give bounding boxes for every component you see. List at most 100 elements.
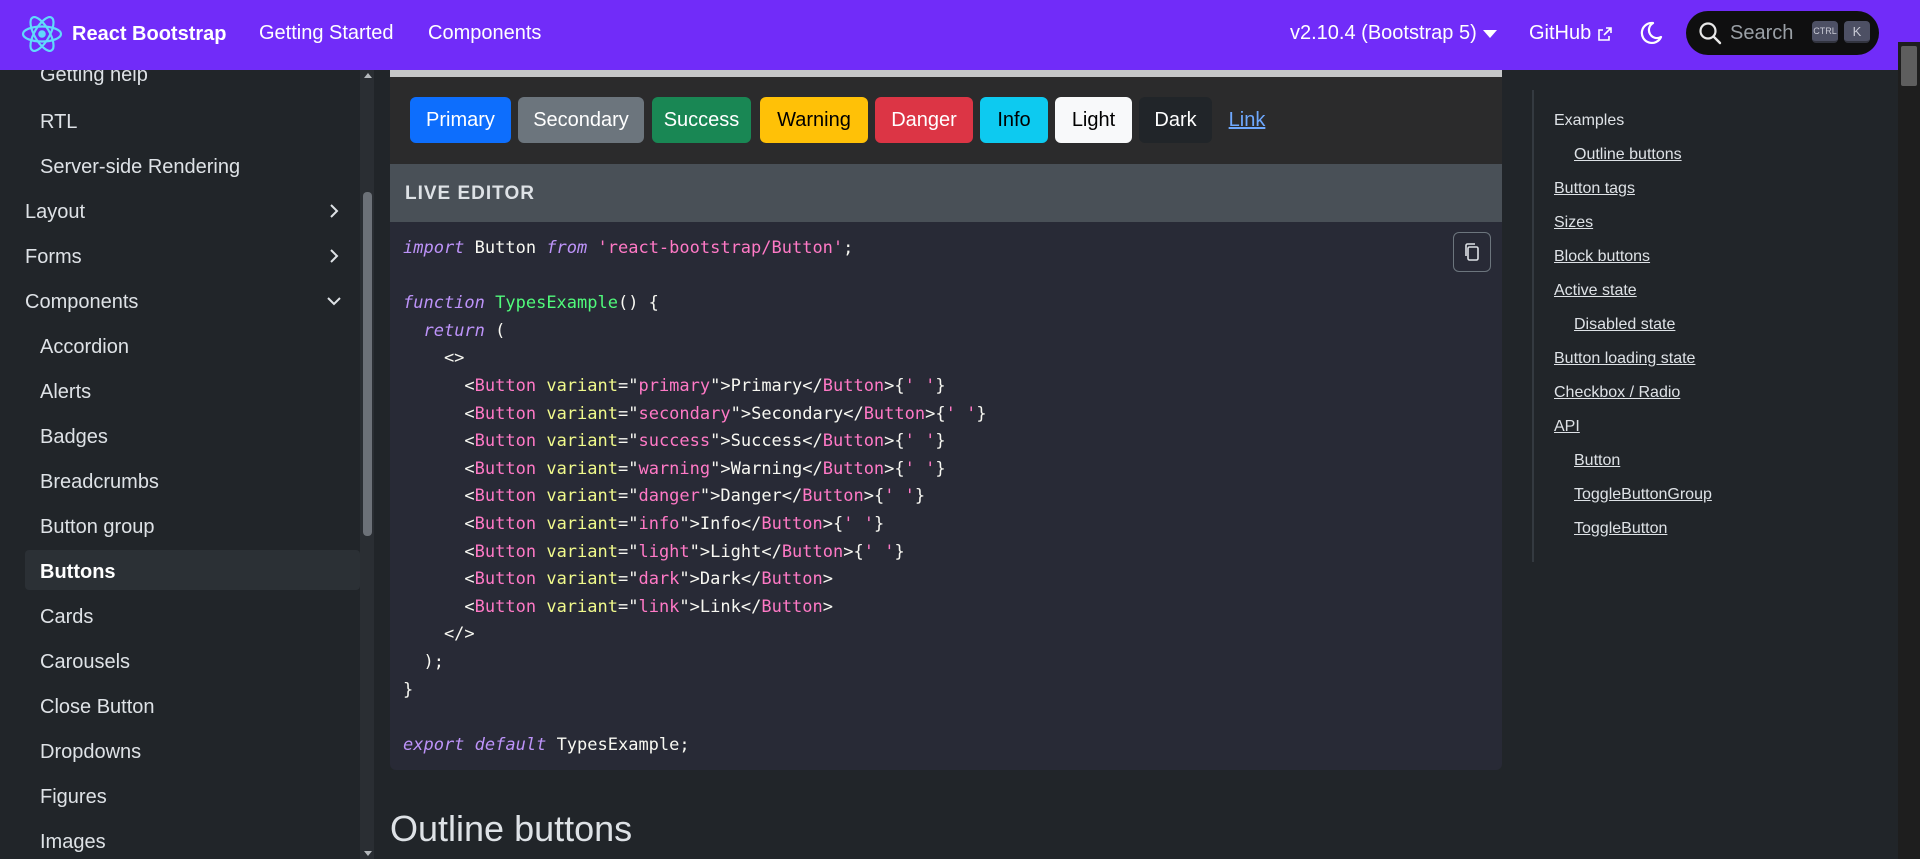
sidebar-scroll-thumb[interactable]: [363, 192, 372, 536]
page-scroll-thumb[interactable]: [1901, 46, 1917, 86]
caret-down-icon: [1482, 29, 1497, 38]
toc-link[interactable]: Disabled state: [1574, 316, 1675, 334]
code-label: Dark: [699, 569, 741, 590]
code-keyword: import: [403, 238, 465, 258]
brand-link[interactable]: React Bootstrap: [20, 12, 226, 56]
sidebar-item-rtl[interactable]: RTL: [40, 111, 77, 134]
success-button[interactable]: Success: [652, 97, 751, 143]
sidebar-item-cards[interactable]: Cards: [40, 606, 93, 629]
sidebar-item-close-button[interactable]: Close Button: [40, 696, 155, 719]
sidebar-item-breadcrumbs[interactable]: Breadcrumbs: [40, 471, 159, 494]
code-keyword: from: [546, 238, 588, 258]
moon-icon[interactable]: [1638, 20, 1664, 46]
code-label: Success: [730, 431, 803, 452]
toc-link[interactable]: Block buttons: [1554, 248, 1650, 266]
code-string: ' ': [904, 375, 936, 396]
github-label: GitHub: [1529, 22, 1592, 44]
code-label: Warning: [730, 458, 803, 479]
code-label: Link: [699, 596, 741, 617]
code-function-name: TypesExample: [495, 293, 618, 314]
sidebar-item-buttons[interactable]: Buttons: [40, 561, 116, 584]
link-button[interactable]: Link: [1220, 97, 1274, 143]
code-tag: Button: [761, 513, 823, 534]
scroll-up-arrow-icon[interactable]: [364, 73, 372, 78]
warning-button[interactable]: Warning: [760, 97, 868, 143]
code-line: <Button variant="dark">Dark</Button>: [403, 569, 834, 590]
primary-button[interactable]: Primary: [410, 97, 511, 143]
sidebar-item-images[interactable]: Images: [40, 831, 106, 854]
toc-link[interactable]: Button tags: [1554, 180, 1635, 198]
code-tag: Button: [822, 431, 885, 452]
sidebar-item-components[interactable]: Components: [25, 291, 138, 314]
code-line: <Button variant="warning">Warning</Butto…: [403, 458, 946, 479]
code-attr: variant: [546, 403, 618, 424]
code-attr: variant: [546, 596, 618, 617]
scroll-down-arrow-icon[interactable]: [364, 851, 372, 856]
code-text: Button: [464, 238, 547, 258]
sidebar-item-dropdowns[interactable]: Dropdowns: [40, 741, 141, 764]
toc-link[interactable]: ToggleButtonGroup: [1574, 486, 1712, 504]
copy-code-button[interactable]: [1453, 232, 1491, 272]
toc-divider: [1532, 90, 1534, 562]
code-line: <Button variant="light">Light</Button>{'…: [403, 541, 905, 562]
sidebar-item-carousels[interactable]: Carousels: [40, 651, 130, 674]
toc-link[interactable]: Button loading state: [1554, 350, 1695, 368]
toc-link[interactable]: Examples: [1554, 112, 1624, 130]
secondary-button[interactable]: Secondary: [518, 97, 644, 143]
code-tag: Button: [474, 486, 537, 507]
code-variant-value: warning: [638, 458, 711, 479]
toc-link[interactable]: Sizes: [1554, 214, 1593, 232]
toc-link[interactable]: ToggleButton: [1574, 520, 1667, 538]
live-editor-title: LIVE EDITOR: [405, 183, 535, 204]
sidebar-item-badges[interactable]: Badges: [40, 426, 108, 449]
code-string: ' ': [945, 403, 977, 424]
section-heading-outline-buttons: Outline buttons: [390, 808, 633, 849]
code-attr: variant: [546, 486, 618, 507]
toc-link[interactable]: Outline buttons: [1574, 146, 1682, 164]
code-string: 'react-bootstrap/Button': [597, 238, 844, 258]
code-attr: variant: [546, 375, 618, 396]
toc-link[interactable]: API: [1554, 418, 1580, 436]
danger-button[interactable]: Danger: [875, 97, 973, 143]
sidebar-item-getting-help[interactable]: Getting help: [40, 70, 148, 87]
toc-link[interactable]: Checkbox / Radio: [1554, 384, 1680, 402]
toc-link[interactable]: Active state: [1554, 282, 1637, 300]
code-attr: variant: [546, 431, 618, 452]
version-dropdown[interactable]: v2.10.4 (Bootstrap 5): [1290, 22, 1497, 45]
code-tag: Button: [474, 403, 537, 424]
code-line: <Button variant="info">Info</Button>{' '…: [403, 513, 885, 534]
sidebar-item-layout[interactable]: Layout: [25, 201, 85, 224]
code-attr: variant: [546, 458, 618, 479]
code-variant-value: info: [638, 513, 680, 534]
light-button[interactable]: Light: [1055, 97, 1132, 143]
page-scrollbar[interactable]: [1898, 42, 1920, 859]
info-button[interactable]: Info: [980, 97, 1048, 143]
toc-link[interactable]: Button: [1574, 452, 1620, 470]
code-string: ' ': [904, 431, 936, 452]
nav-components[interactable]: Components: [428, 22, 541, 45]
sidebar-item-ssr[interactable]: Server-side Rendering: [40, 156, 240, 179]
code-keyword: function: [403, 293, 485, 314]
code-tag: Button: [474, 513, 537, 534]
sidebar-item-figures[interactable]: Figures: [40, 786, 107, 809]
nav-getting-started[interactable]: Getting Started: [259, 22, 394, 45]
dark-button[interactable]: Dark: [1139, 97, 1212, 143]
code-line: <Button variant="danger">Danger</Button>…: [403, 486, 926, 507]
code-attr: variant: [546, 569, 618, 590]
react-logo-icon: [21, 16, 63, 52]
code-variant-value: light: [638, 541, 690, 562]
code-variant-value: success: [638, 431, 711, 452]
sidebar-item-forms[interactable]: Forms: [25, 246, 82, 269]
search-button[interactable]: Search CTRL K: [1686, 11, 1879, 55]
chevron-down-icon: [327, 297, 341, 306]
version-label: v2.10.4 (Bootstrap 5): [1290, 22, 1477, 44]
code-line: <Button variant="secondary">Secondary</B…: [403, 403, 987, 424]
code-tag: Button: [474, 541, 537, 562]
chevron-right-icon: [330, 249, 339, 263]
sidebar-item-accordion[interactable]: Accordion: [40, 336, 129, 359]
github-link[interactable]: GitHub: [1529, 22, 1613, 45]
sidebar-item-alerts[interactable]: Alerts: [40, 381, 91, 404]
sidebar-item-button-group[interactable]: Button group: [40, 516, 155, 539]
live-editor-header: [390, 164, 1502, 222]
code-block[interactable]: import Button from 'react-bootstrap/Butt…: [403, 235, 987, 759]
